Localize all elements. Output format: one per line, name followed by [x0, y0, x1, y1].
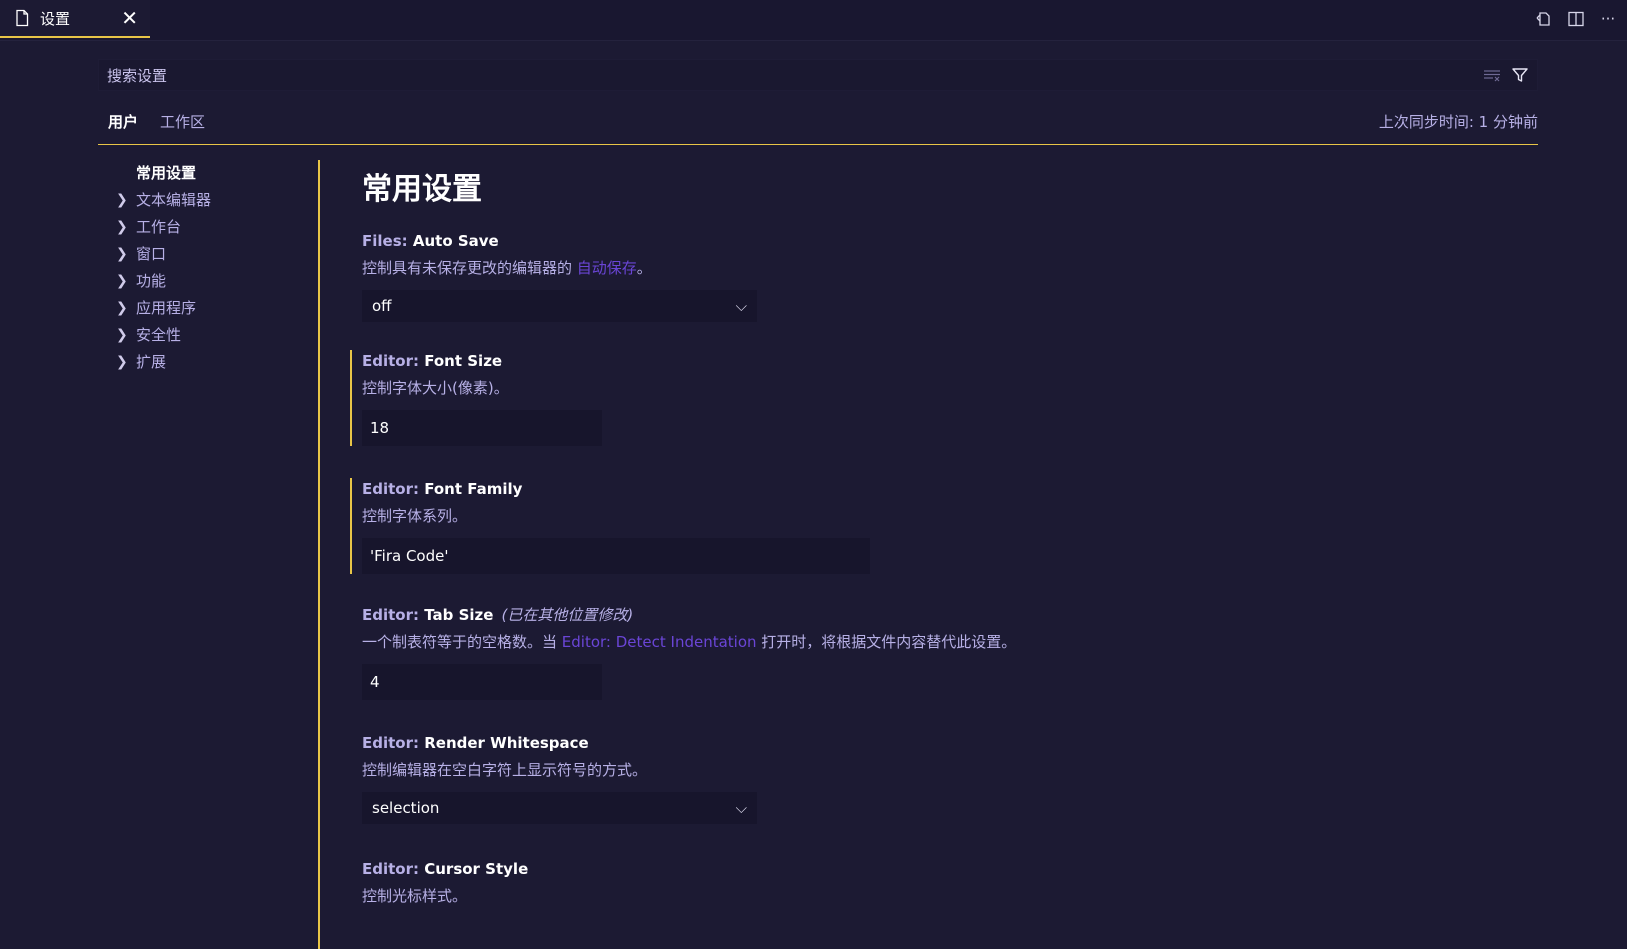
setting-auto-save: Files: Auto Save 控制具有未保存更改的编辑器的 自动保存。 of… — [362, 230, 1512, 322]
setting-title: Editor: Tab Size (已在其他位置修改) — [362, 604, 1512, 626]
setting-key: Tab Size — [424, 606, 494, 624]
font-size-field-wrap — [362, 410, 602, 446]
setting-key: Font Family — [424, 480, 523, 498]
setting-key: Render Whitespace — [424, 734, 589, 752]
chevron-down-icon: ⌵ — [735, 799, 747, 817]
editor-actions: ··· — [1533, 8, 1619, 30]
toc-item-label: 窗口 — [136, 245, 167, 263]
toc-item-label: 文本编辑器 — [136, 191, 212, 209]
toc-item-common[interactable]: 常用设置 — [98, 160, 318, 187]
toc-item-label: 功能 — [136, 272, 167, 290]
setting-category: Editor: — [362, 480, 425, 498]
setting-category: Editor: — [362, 352, 425, 370]
settings-search-box — [98, 59, 1538, 92]
setting-title: Editor: Font Size — [362, 350, 1512, 372]
toc-item-label: 扩展 — [136, 353, 167, 371]
page-title: 常用设置 — [362, 172, 482, 207]
chevron-right-icon: ❯ — [116, 192, 128, 208]
settings-tab[interactable]: 设置 ✕ — [0, 0, 150, 38]
setting-tab-size: Editor: Tab Size (已在其他位置修改) 一个制表符等于的空格数。当… — [362, 604, 1512, 700]
clear-search-icon[interactable] — [1481, 64, 1503, 86]
toc-item-security[interactable]: ❯ 安全性 — [98, 322, 318, 349]
toc-item-label: 应用程序 — [136, 299, 197, 317]
chevron-right-icon: ❯ — [116, 300, 128, 316]
render-whitespace-select[interactable]: selection ⌵ — [362, 792, 757, 824]
settings-scope-tabs: 用户 工作区 上次同步时间: 1 分钟前 — [98, 108, 1538, 145]
setting-description: 控制光标样式。 — [362, 887, 468, 905]
toc-item-extensions[interactable]: ❯ 扩展 — [98, 349, 318, 376]
setting-category: Editor: — [362, 606, 425, 624]
chevron-down-icon: ⌵ — [735, 297, 747, 315]
settings-search-input[interactable] — [105, 60, 1409, 92]
setting-description: 控制编辑器在空白字符上显示符号的方式。 — [362, 761, 648, 779]
setting-key: Font Size — [424, 352, 503, 370]
setting-font-family: Editor: Font Family 控制字体系列。 — [350, 478, 1512, 574]
settings-toc: 常用设置 ❯ 文本编辑器 ❯ 工作台 ❯ 窗口 ❯ 功能 ❯ 应用程序 ❯ 安全性 ❯ 扩展 — [98, 160, 318, 376]
chevron-right-icon: ❯ — [116, 354, 128, 370]
toc-item-label: 安全性 — [136, 326, 182, 344]
toc-item-application[interactable]: ❯ 应用程序 — [98, 295, 318, 322]
detect-indentation-link[interactable]: Editor: Detect Indentation — [562, 633, 757, 651]
setting-title: Editor: Render Whitespace — [362, 732, 1512, 754]
toc-divider — [318, 160, 320, 949]
editor-tab-bar: 设置 ✕ ··· — [0, 0, 1627, 41]
setting-key: Cursor Style — [424, 860, 529, 878]
setting-category: Editor: — [362, 860, 425, 878]
setting-title: Editor: Font Family — [362, 478, 1512, 500]
chevron-right-icon: ❯ — [116, 246, 128, 262]
chevron-right-icon: ❯ — [116, 273, 128, 289]
modified-elsewhere-note[interactable]: (已在其他位置修改) — [501, 606, 633, 624]
setting-key: Auto Save — [412, 232, 499, 250]
filter-icon[interactable] — [1509, 64, 1531, 86]
select-value: off — [372, 297, 392, 315]
setting-title: Files: Auto Save — [362, 230, 1512, 252]
setting-font-size: Editor: Font Size 控制字体大小(像素)。 — [350, 350, 1512, 446]
toc-item-features[interactable]: ❯ 功能 — [98, 268, 318, 295]
font-family-field[interactable] — [368, 546, 824, 566]
font-size-field[interactable] — [368, 418, 583, 438]
setting-render-whitespace: Editor: Render Whitespace 控制编辑器在空白字符上显示符… — [362, 732, 1512, 824]
setting-description: 一个制表符等于的空格数。当 Editor: Detect Indentation… — [362, 630, 1512, 654]
desc-text: 。 — [636, 259, 652, 277]
font-family-field-wrap — [362, 538, 870, 574]
toc-item-text-editor[interactable]: ❯ 文本编辑器 — [98, 187, 318, 214]
close-icon[interactable]: ✕ — [121, 6, 138, 30]
setting-cursor-style: Editor: Cursor Style 控制光标样式。 — [362, 858, 1512, 908]
tab-size-field-wrap — [362, 664, 602, 700]
more-actions-icon[interactable]: ··· — [1597, 8, 1619, 30]
desc-text: 控制具有未保存更改的编辑器的 — [362, 259, 577, 277]
toc-item-label: 常用设置 — [136, 164, 197, 182]
desc-text: 打开时，将根据文件内容替代此设置。 — [756, 633, 1017, 651]
toc-item-label: 工作台 — [136, 218, 182, 236]
tab-label: 设置 — [40, 9, 71, 28]
desc-text: 一个制表符等于的空格数。当 — [362, 633, 562, 651]
setting-category: Editor: — [362, 734, 425, 752]
sync-status: 上次同步时间: 1 分钟前 — [1378, 113, 1538, 131]
chevron-right-icon: ❯ — [116, 327, 128, 343]
auto-save-select[interactable]: off ⌵ — [362, 290, 757, 322]
tab-size-field[interactable] — [368, 672, 583, 692]
select-value: selection — [372, 799, 440, 817]
auto-save-link[interactable]: 自动保存 — [577, 259, 637, 277]
toc-item-window[interactable]: ❯ 窗口 — [98, 241, 318, 268]
split-editor-icon[interactable] — [1565, 8, 1587, 30]
setting-description: 控制字体大小(像素)。 — [362, 379, 509, 397]
setting-title: Editor: Cursor Style — [362, 858, 1512, 880]
toc-item-workbench[interactable]: ❯ 工作台 — [98, 214, 318, 241]
open-settings-json-icon[interactable] — [1533, 8, 1555, 30]
setting-category: Files: — [362, 232, 413, 250]
tab-user[interactable]: 用户 — [108, 111, 138, 132]
setting-description: 控制具有未保存更改的编辑器的 自动保存。 — [362, 256, 1512, 280]
chevron-right-icon: ❯ — [116, 219, 128, 235]
file-icon — [16, 9, 29, 27]
tab-workspace[interactable]: 工作区 — [160, 111, 205, 132]
setting-description: 控制字体系列。 — [362, 507, 468, 525]
